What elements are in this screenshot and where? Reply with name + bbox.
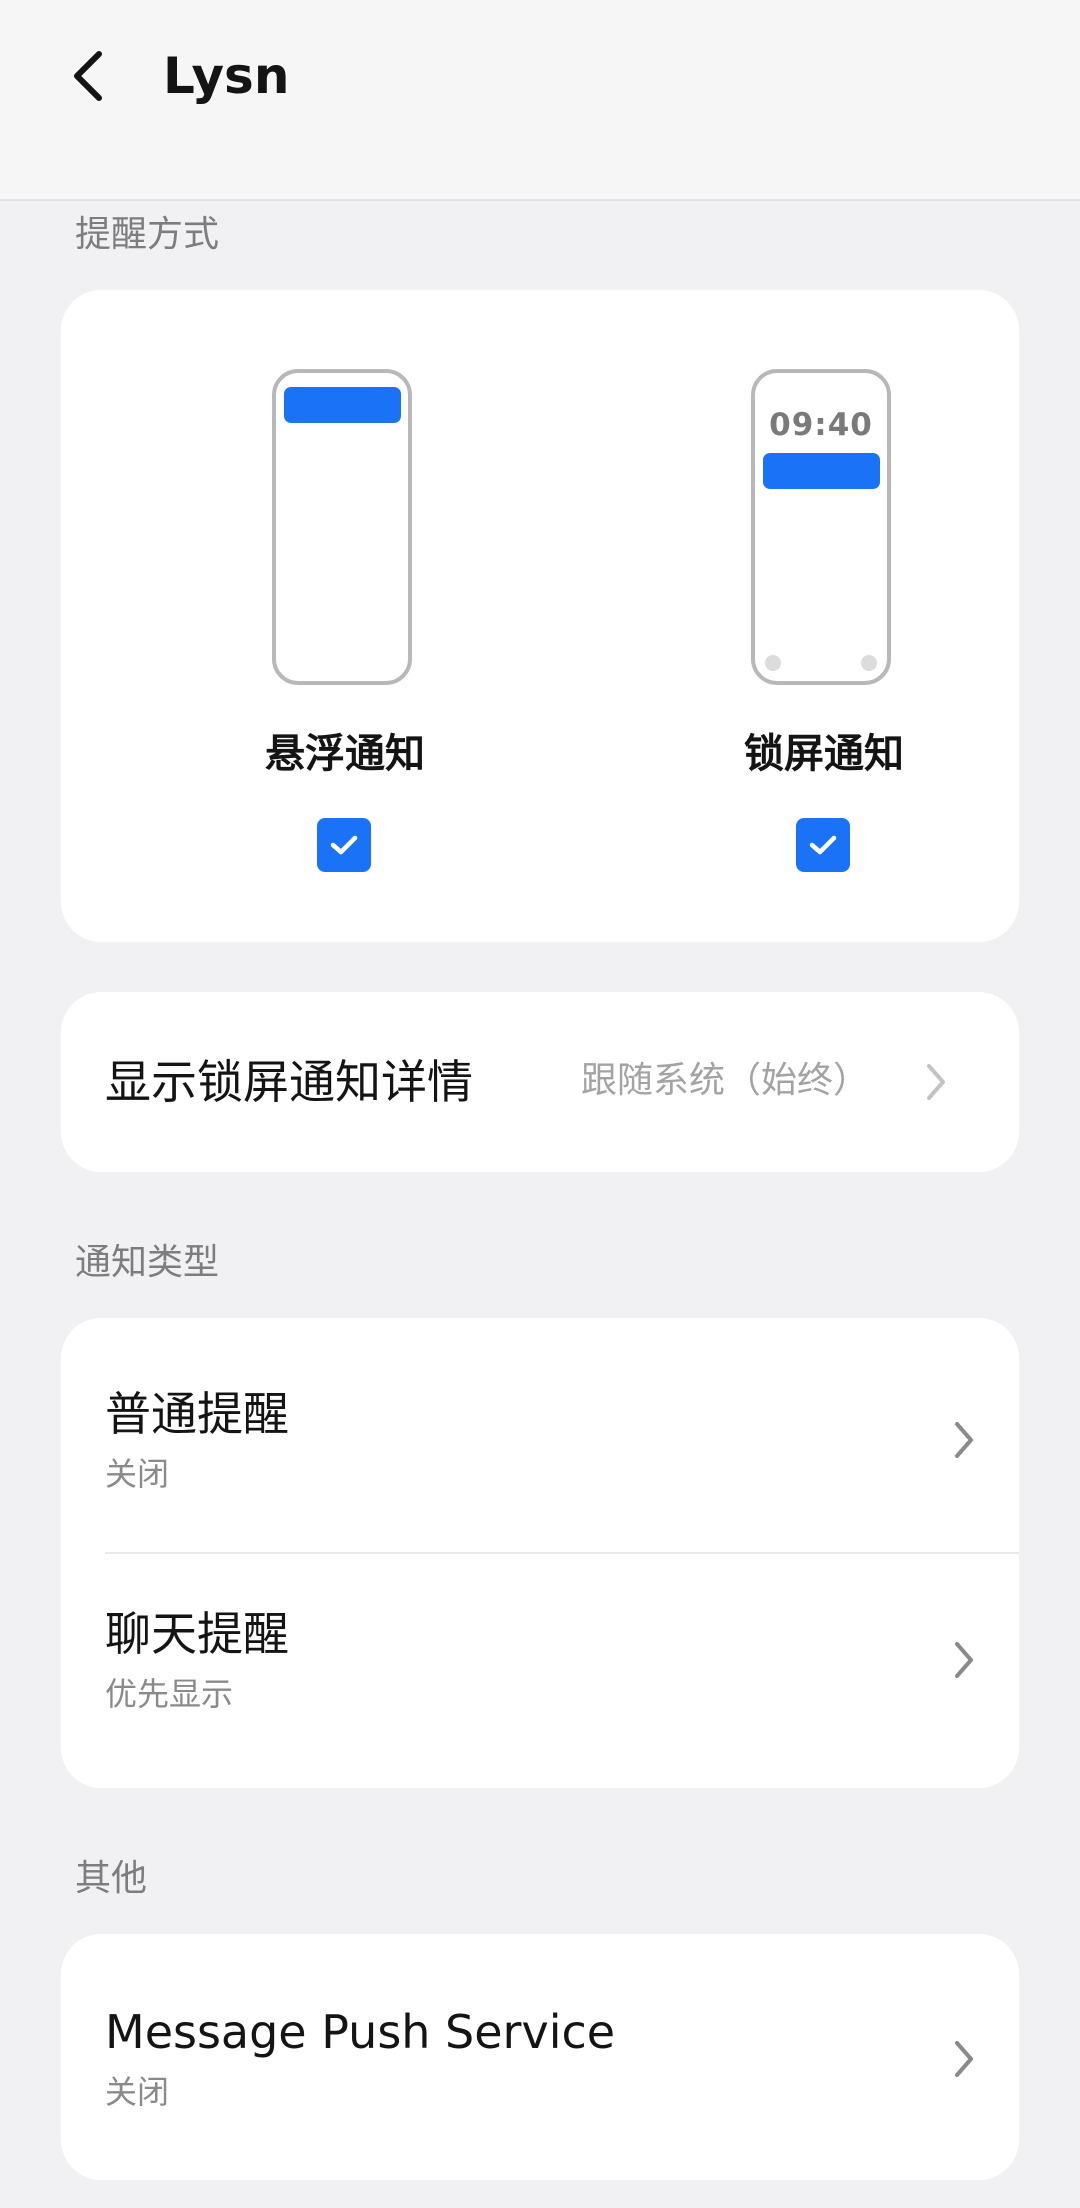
- chevron-right-icon: [949, 2034, 979, 2084]
- lockscreen-notification-checkbox[interactable]: [796, 818, 850, 872]
- lockscreen-notification-label: 锁屏通知: [744, 731, 904, 777]
- alert-method-card: 悬浮通知 09:40 锁屏通知: [61, 290, 1019, 942]
- back-arrow-icon: [74, 51, 102, 101]
- lockscreen-details-row[interactable]: 显示锁屏通知详情 跟随系统（始终）: [61, 992, 1019, 1172]
- notification-type-row-chat[interactable]: 聊天提醒 优先显示: [61, 1554, 1019, 1788]
- page-title: Lysn: [163, 47, 290, 105]
- other-row-message-push-service[interactable]: Message Push Service 关闭: [61, 1934, 1019, 2180]
- floating-notification-label: 悬浮通知: [265, 731, 425, 777]
- notification-type-status: 优先显示: [105, 1675, 234, 1713]
- lockscreen-notification-option[interactable]: 09:40 锁屏通知: [704, 290, 944, 872]
- notification-types-card: 普通提醒 关闭 聊天提醒 优先显示: [61, 1318, 1019, 1788]
- chevron-right-icon: [949, 1635, 979, 1685]
- camera-dot-icon: [861, 655, 877, 671]
- back-button[interactable]: [52, 38, 122, 114]
- floating-notification-checkbox[interactable]: [317, 818, 371, 872]
- notification-banner-preview: [284, 387, 401, 423]
- flashlight-dot-icon: [765, 655, 781, 671]
- floating-notification-option[interactable]: 悬浮通知: [225, 290, 465, 872]
- lockscreen-details-card: 显示锁屏通知详情 跟随系统（始终）: [61, 992, 1019, 1172]
- floating-notification-preview: [272, 369, 412, 685]
- other-item-status: 关闭: [105, 2073, 170, 2111]
- lockscreen-notification-preview: 09:40: [751, 369, 891, 685]
- section-label-notification-types: 通知类型: [75, 1242, 220, 1283]
- other-card: Message Push Service 关闭: [61, 1934, 1019, 2180]
- notification-type-status: 关闭: [105, 1455, 170, 1493]
- chevron-right-icon: [921, 1057, 951, 1107]
- notification-type-title: 普通提醒: [105, 1387, 289, 1441]
- section-label-alert-method: 提醒方式: [75, 214, 220, 255]
- chevron-right-icon: [949, 1415, 979, 1465]
- lockscreen-preview-time: 09:40: [769, 407, 873, 443]
- app-header: Lysn: [0, 0, 1080, 201]
- lockscreen-details-title: 显示锁屏通知详情: [105, 1055, 473, 1109]
- check-icon: [330, 835, 358, 855]
- lockscreen-details-value: 跟随系统（始终）: [580, 1060, 869, 1101]
- notification-banner-preview: [763, 453, 880, 489]
- section-label-other: 其他: [75, 1858, 148, 1899]
- notification-type-row-normal[interactable]: 普通提醒 关闭: [61, 1318, 1019, 1552]
- notification-type-title: 聊天提醒: [105, 1607, 289, 1661]
- check-icon: [809, 835, 837, 855]
- other-item-title: Message Push Service: [105, 2005, 616, 2059]
